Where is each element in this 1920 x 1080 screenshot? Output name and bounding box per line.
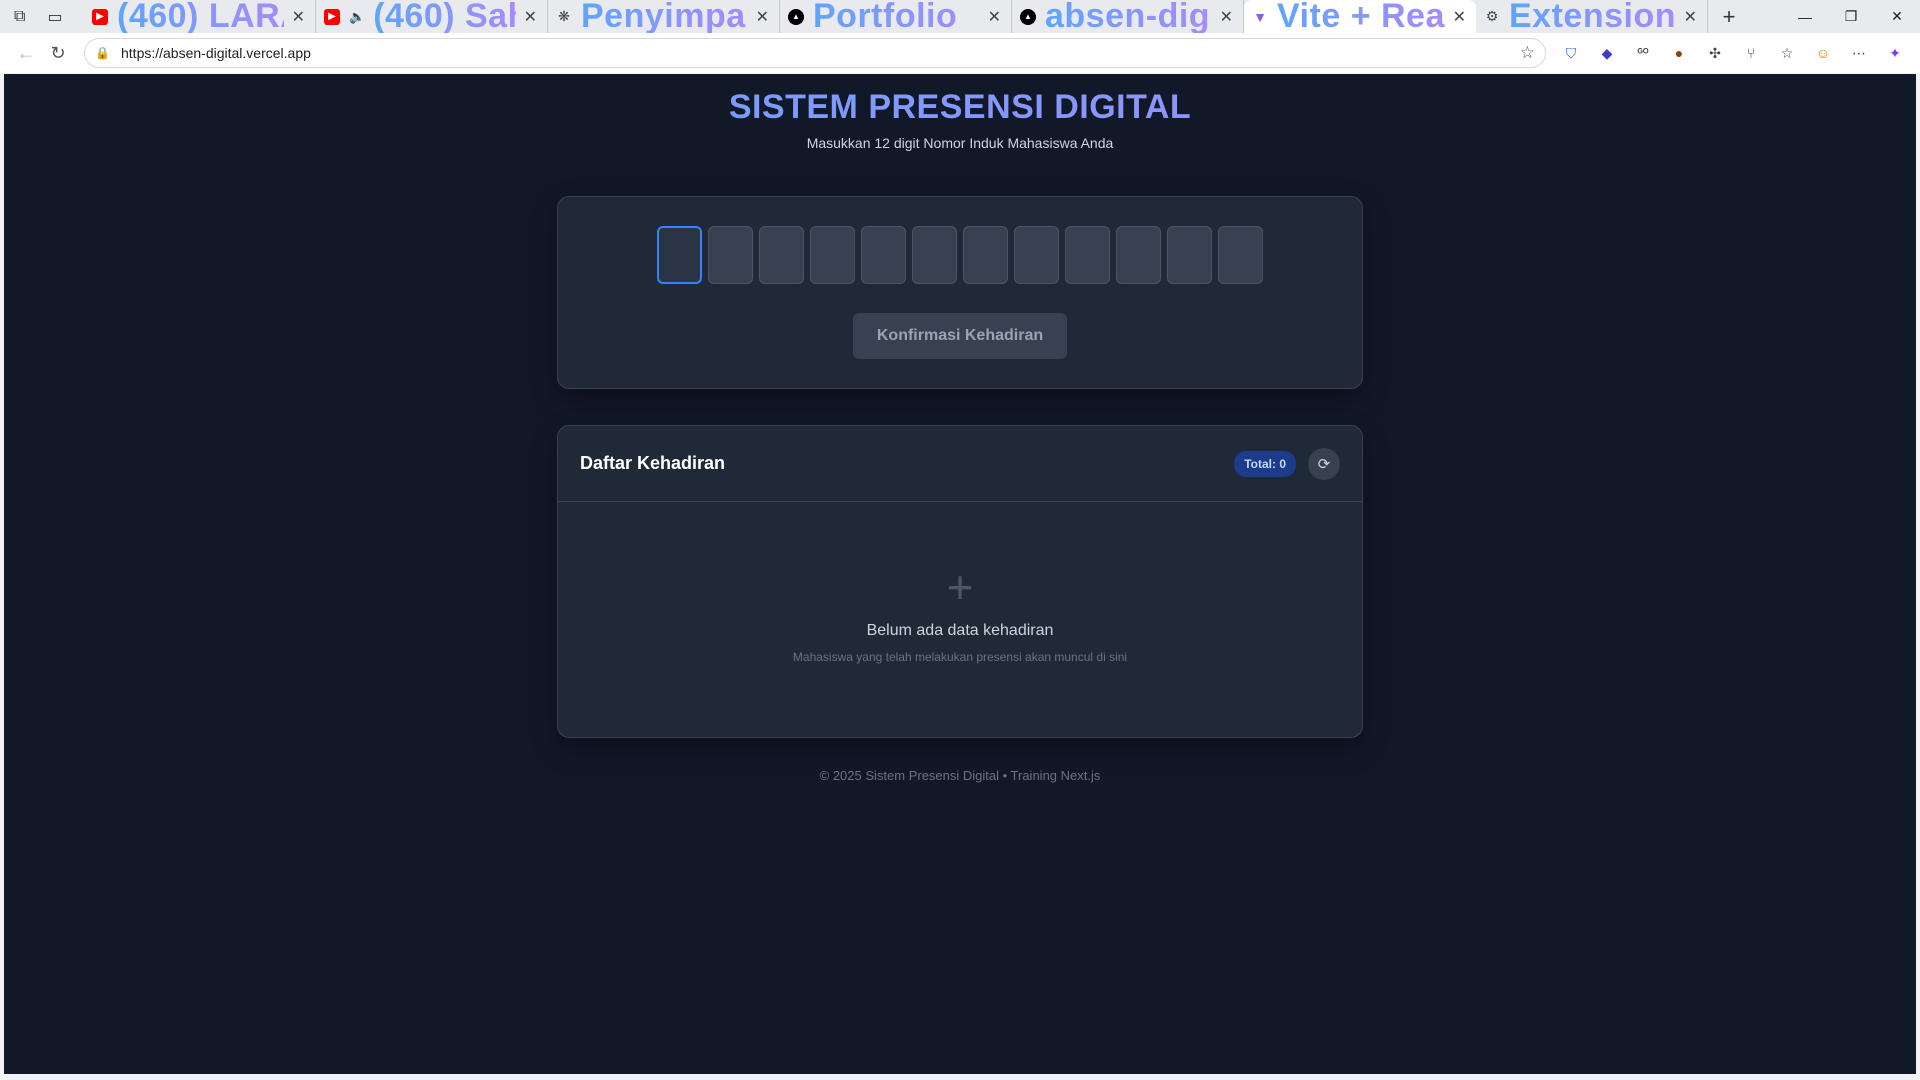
page-header: SISTEM PRESENSI DIGITAL Masukkan 12 digi… xyxy=(4,74,1916,151)
tab-laravel-breeze[interactable]: ▶ (460) LARAVEL BREEZE TUTORIA ✕ xyxy=(84,0,316,36)
tab-title: Penyimpanan token Sanctum xyxy=(581,0,748,36)
tab-portfolio[interactable]: ▲ Portfolio ✕ xyxy=(780,0,1012,36)
tab-absen-deployment[interactable]: ▲ absen-digital – Deployment Ove ✕ xyxy=(1012,0,1244,36)
cookie-extension-icon[interactable]: ● xyxy=(1666,40,1692,66)
vercel-icon: ▲ xyxy=(1020,8,1036,25)
close-tab-icon[interactable]: ✕ xyxy=(524,7,537,27)
tool-extension-icon[interactable]: ᴳᴼ xyxy=(1630,40,1656,66)
vertical-tabs-icon[interactable]: ▭ xyxy=(47,7,62,27)
confirm-attendance-button[interactable]: Konfirmasi Kehadiran xyxy=(853,313,1067,359)
close-window-icon[interactable]: ✕ xyxy=(1874,0,1920,33)
extensions-puzzle-icon[interactable]: ✣ xyxy=(1702,40,1728,66)
digit-input[interactable] xyxy=(1218,226,1263,284)
address-bar[interactable]: 🔒 https://absen-digital.vercel.app ☆ xyxy=(84,38,1546,68)
tab-sahabat-sejati[interactable]: ▶ 🔈 (460) Sahabat Sejati....Sheil ✕ xyxy=(316,0,548,36)
chatgpt-icon: ❋ xyxy=(558,8,570,24)
refresh-button[interactable]: ↻ xyxy=(42,37,74,69)
digit-input[interactable] xyxy=(1014,226,1059,284)
youtube-icon: ▶ xyxy=(92,8,108,25)
page-footer: © 2025 Sistem Presensi Digital • Trainin… xyxy=(819,768,1101,783)
browser-tabbar: ⧉ ▭ ▶ (460) LARAVEL BREEZE TUTORIA ✕ ▶ 🔈… xyxy=(0,0,1920,36)
browser-toolbar: ← ↻ 🔒 https://absen-digital.vercel.app ☆… xyxy=(0,33,1920,73)
digit-input[interactable] xyxy=(657,226,702,284)
youtube-icon: ▶ xyxy=(324,8,340,25)
digit-input[interactable] xyxy=(708,226,753,284)
vercel-icon: ▲ xyxy=(788,8,804,25)
close-tab-icon[interactable]: ✕ xyxy=(756,7,769,27)
digit-input[interactable] xyxy=(963,226,1008,284)
digit-input[interactable] xyxy=(861,226,906,284)
nim-input-card: Konfirmasi Kehadiran xyxy=(557,196,1363,389)
tab-vite-react[interactable]: ▼ Vite + React ✕ xyxy=(1244,0,1476,36)
digit-input[interactable] xyxy=(912,226,957,284)
extension-icons: ⛉ ◆ ᴳᴼ ● ✣ ⑂ ☆ ☺ ⋯ ✦ xyxy=(1558,40,1908,66)
minimize-icon[interactable]: — xyxy=(1782,0,1828,33)
attendance-list-title: Daftar Kehadiran xyxy=(580,453,726,473)
restore-icon[interactable]: ❐ xyxy=(1828,0,1874,33)
back-button[interactable]: ← xyxy=(10,37,42,69)
digit-input[interactable] xyxy=(1116,226,1161,284)
digit-input[interactable] xyxy=(759,226,804,284)
tabbar-left-controls: ⧉ ▭ xyxy=(0,7,84,27)
empty-state-title: Belum ada data kehadiran xyxy=(866,622,1054,639)
extensions-icon: ⚙ xyxy=(1485,8,1499,24)
copilot-icon[interactable]: ✦ xyxy=(1882,40,1908,66)
attendance-list-header: Daftar Kehadiran Total: 0 ⟳ xyxy=(558,426,1362,502)
refresh-icon: ⟳ xyxy=(1317,455,1331,473)
tab-title: (460) LARAVEL BREEZE TUTORIA xyxy=(117,0,284,36)
attendance-list-actions: Total: 0 ⟳ xyxy=(1234,447,1340,480)
page-content: SISTEM PRESENSI DIGITAL Masukkan 12 digi… xyxy=(4,74,1916,1074)
split-screen-icon[interactable]: ⑂ xyxy=(1738,40,1764,66)
digit-input[interactable] xyxy=(810,226,855,284)
page-subtitle: Masukkan 12 digit Nomor Induk Mahasiswa … xyxy=(806,135,1114,151)
favorites-list-icon[interactable]: ☆ xyxy=(1774,40,1800,66)
refresh-list-button[interactable]: ⟳ xyxy=(1308,447,1340,480)
plus-icon: + xyxy=(946,561,974,613)
close-tab-icon[interactable]: ✕ xyxy=(1220,7,1233,27)
profile-avatar-icon[interactable]: ☺ xyxy=(1810,40,1836,66)
close-tab-icon[interactable]: ✕ xyxy=(1684,7,1697,27)
attendance-list-card: Daftar Kehadiran Total: 0 ⟳ + Belum ada … xyxy=(557,425,1363,738)
favorite-star-icon[interactable]: ☆ xyxy=(1520,43,1535,63)
speaker-icon[interactable]: 🔈 xyxy=(349,9,365,25)
nim-digit-inputs xyxy=(558,226,1362,284)
more-options-icon[interactable]: ⋯ xyxy=(1846,40,1872,66)
empty-state-subtitle: Mahasiswa yang telah melakukan presensi … xyxy=(792,650,1128,664)
window-controls: — ❐ ✕ xyxy=(1782,0,1920,33)
digit-input[interactable] xyxy=(1065,226,1110,284)
workspaces-icon[interactable]: ⧉ xyxy=(14,8,25,26)
shield-extension-icon[interactable]: ⛉ xyxy=(1558,40,1584,66)
tab-title: (460) Sahabat Sejati....Sheil xyxy=(373,0,515,36)
tab-title: Extensions xyxy=(1509,0,1676,36)
digit-input[interactable] xyxy=(1167,226,1212,284)
empty-state: + Belum ada data kehadiran Mahasiswa yan… xyxy=(558,502,1362,664)
close-tab-icon[interactable]: ✕ xyxy=(292,7,305,27)
tab-extensions[interactable]: ⚙ Extensions ✕ xyxy=(1476,0,1708,36)
tab-title: absen-digital – Deployment Ove xyxy=(1045,0,1212,36)
url-text[interactable]: https://absen-digital.vercel.app xyxy=(121,45,1520,61)
tab-sanctum[interactable]: ❋ Penyimpanan token Sanctum ✕ xyxy=(548,0,780,36)
close-tab-icon[interactable]: ✕ xyxy=(1453,7,1466,27)
new-tab-button[interactable]: + xyxy=(1708,4,1750,30)
tab-title: Vite + React xyxy=(1277,0,1445,36)
page-title: SISTEM PRESENSI DIGITAL xyxy=(4,88,1916,127)
extension-badge-icon[interactable]: ◆ xyxy=(1594,40,1620,66)
close-tab-icon[interactable]: ✕ xyxy=(988,7,1001,27)
total-badge: Total: 0 xyxy=(1234,450,1296,477)
vite-icon: ▼ xyxy=(1253,8,1267,25)
lock-icon[interactable]: 🔒 xyxy=(95,46,111,60)
tab-title: Portfolio xyxy=(813,0,980,36)
